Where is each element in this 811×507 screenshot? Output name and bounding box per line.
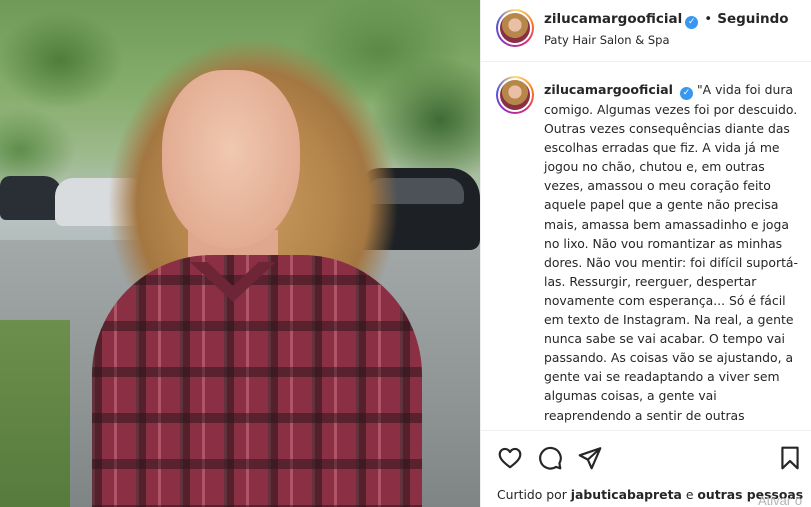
verified-badge-icon: ✓ [685, 16, 699, 29]
avatar[interactable] [496, 9, 534, 47]
caption-username-link[interactable]: zilucamargooficial [544, 82, 673, 97]
subject-plaid-shirt [92, 255, 422, 507]
background-grass [0, 320, 70, 507]
post-photo[interactable] [0, 0, 480, 507]
comment-icon[interactable] [537, 445, 563, 471]
likes-prefix: Curtido por [497, 487, 567, 502]
post-header: zilucamargooficial ✓ • Seguindo Paty Hair S… [481, 0, 811, 62]
bookmark-icon[interactable] [777, 445, 803, 471]
location-link[interactable]: Paty Hair Salon & Spa [544, 33, 670, 47]
following-button[interactable]: Seguindo [717, 11, 788, 27]
header-name-line: zilucamargooficial ✓ • Seguindo [544, 11, 789, 29]
verified-badge-icon: ✓ [679, 87, 693, 100]
liker-username-link[interactable]: jabuticabapreta [571, 487, 682, 502]
subject-face [162, 70, 300, 248]
post-side-panel: zilucamargooficial ✓ • Seguindo Paty Hair S… [480, 0, 811, 507]
separator-dot: • [704, 11, 713, 27]
username-link[interactable]: zilucamargooficial [544, 11, 682, 27]
windows-activation-watermark: Ativar o [758, 493, 803, 507]
paper-plane-icon[interactable] [577, 445, 603, 471]
background-car [0, 176, 62, 220]
caption-body: zilucamargooficial ✓ "A vida foi dura comi… [544, 80, 806, 425]
caption-area[interactable]: zilucamargooficial ✓ "A vida foi dura comi… [481, 62, 811, 429]
heart-icon[interactable] [497, 445, 523, 471]
likes-conjunction: e [685, 487, 694, 502]
caption-text: "A vida foi dura comigo. Algumas vezes f… [544, 82, 798, 423]
caption-avatar[interactable] [496, 76, 534, 114]
